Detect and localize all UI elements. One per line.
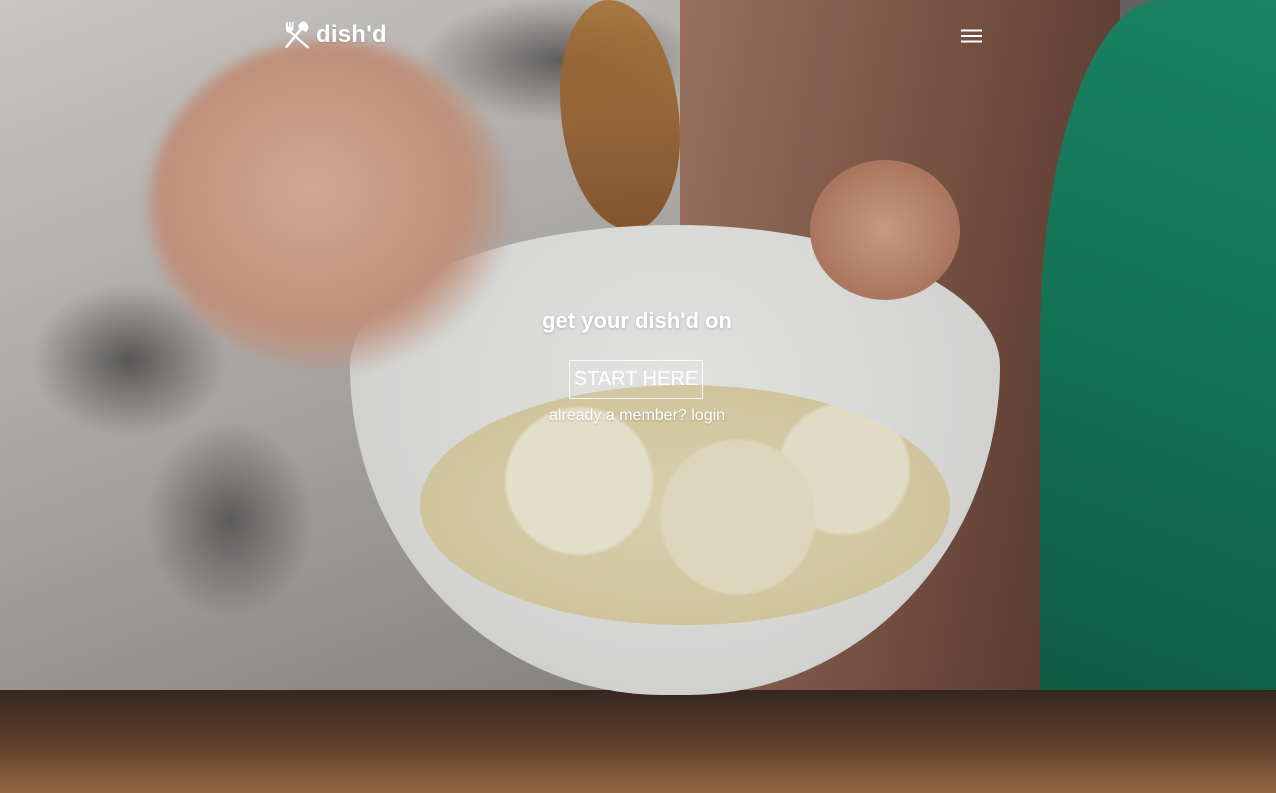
start-here-button[interactable]: START HERE: [569, 360, 703, 399]
logo-text: dish'd: [316, 21, 387, 48]
logo-link[interactable]: dish'd: [281, 19, 387, 51]
hero-section: dish'd get your dish'd on START HERE alr…: [0, 0, 1276, 793]
menu-button[interactable]: [955, 22, 987, 50]
hamburger-menu-icon: [960, 29, 982, 43]
login-link[interactable]: already a member? login: [0, 407, 1274, 425]
fork-knife-icon: [285, 21, 309, 49]
hero-tagline: get your dish'd on: [542, 308, 732, 333]
